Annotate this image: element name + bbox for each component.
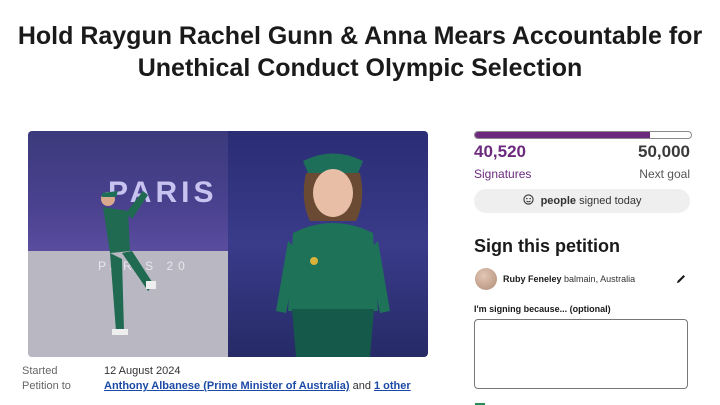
petition-title: Hold Raygun Rachel Gunn & Anna Mears Acc…: [0, 20, 720, 84]
started-date: 12 August 2024: [104, 365, 181, 377]
recipient-link[interactable]: Anthony Albanese (Prime Minister of Aust…: [104, 380, 350, 392]
signer-name: Ruby Feneley: [503, 274, 562, 284]
avatar: [475, 268, 497, 290]
sign-heading: Sign this petition: [474, 236, 620, 256]
photo-dancer-panel: PARIS 2 PARIS 20: [28, 131, 228, 357]
started-label: Started: [22, 365, 58, 377]
photo-portrait-panel: [228, 131, 428, 357]
petition-photo: PARIS 2 PARIS 20: [28, 131, 428, 357]
petition-to-row: Petition to Anthony Albanese (Prime Mini…: [22, 379, 411, 394]
started-row: Started 12 August 2024: [22, 364, 411, 379]
signed-today-badge: people signed today: [474, 189, 690, 213]
signature-count: 40,520: [474, 142, 526, 161]
signature-progress-bar: [474, 131, 692, 139]
title-line-2: Unethical Conduct Olympic Selection: [137, 54, 583, 82]
other-recipients-link[interactable]: 1 other: [374, 380, 411, 392]
woman-figure: [276, 153, 390, 357]
petition-meta: Started 12 August 2024 Petition to Antho…: [22, 364, 411, 394]
signed-today-people: people: [540, 195, 577, 207]
signed-today-text: signed today: [579, 195, 642, 207]
and-text: and: [352, 380, 371, 392]
face-icon: [522, 194, 534, 205]
next-goal-label: Next goal: [639, 167, 690, 181]
progress-fill: [475, 132, 650, 138]
reason-label: I'm signing because... (optional): [474, 304, 611, 314]
petition-to-label: Petition to: [22, 380, 71, 392]
dancer-figure: [101, 191, 156, 335]
signer-location: balmain, Australia: [564, 274, 636, 284]
title-line-1: Hold Raygun Rachel Gunn & Anna Mears Acc…: [17, 22, 703, 50]
reason-textarea[interactable]: [474, 319, 688, 389]
signer-info: Ruby Feneley balmain, Australia: [503, 274, 635, 284]
signatures-label: Signatures: [474, 167, 532, 181]
goal-count: 50,000: [638, 142, 690, 161]
pencil-icon[interactable]: [675, 273, 687, 285]
